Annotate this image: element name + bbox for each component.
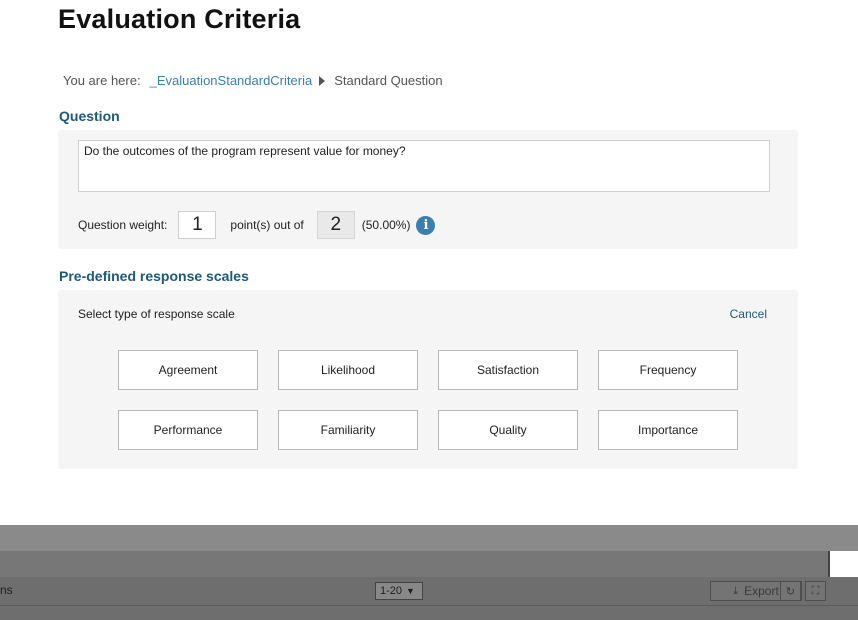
info-icon[interactable]: i (416, 215, 436, 235)
question-heading: Question (59, 108, 120, 124)
question-weight-row: Question weight: 1 point(s) out of 2 (50… (78, 210, 436, 240)
modal-backdrop (0, 525, 858, 551)
scale-button-likelihood[interactable]: Likelihood (278, 350, 418, 390)
scale-button-agreement[interactable]: Agreement (118, 350, 258, 390)
weight-percentage: (50.00%) (361, 218, 411, 232)
scale-button-frequency[interactable]: Frequency (598, 350, 738, 390)
refresh-icon: ↻ (785, 585, 796, 598)
page-size-select[interactable]: 1-20 ▼ (375, 582, 423, 600)
cancel-link[interactable]: Cancel (730, 307, 767, 321)
select-scale-label: Select type of response scale (78, 307, 235, 321)
scale-button-familiarity[interactable]: Familiarity (278, 410, 418, 450)
breadcrumb-current: Standard Question (334, 73, 443, 88)
page-title: Evaluation Criteria (58, 4, 301, 34)
response-scales-heading: Pre-defined response scales (59, 268, 249, 284)
footer-text-fragment: ns (0, 583, 13, 597)
question-weight-input[interactable]: 1 (178, 211, 217, 239)
fullscreen-icon: ⛶ (811, 584, 820, 597)
question-textarea[interactable]: Do the outcomes of the program represent… (78, 140, 770, 192)
response-scales-panel: Select type of response scale Cancel Agr… (58, 290, 798, 469)
scale-button-performance[interactable]: Performance (118, 410, 258, 450)
question-weight-label: Question weight: (78, 218, 168, 232)
scale-button-satisfaction[interactable]: Satisfaction (438, 350, 578, 390)
breadcrumb-label: You are here: (63, 73, 141, 88)
download-icon: ⤓ (733, 584, 739, 597)
page-size-value: 1-20 (380, 585, 403, 597)
fullscreen-button[interactable]: ⛶ (805, 581, 826, 601)
breadcrumb: You are here: _EvaluationStandardCriteri… (63, 73, 443, 88)
footer-divider (0, 605, 858, 606)
export-label: Export (744, 584, 779, 598)
chevron-down-icon: ▼ (406, 586, 415, 596)
points-total-field: 2 (316, 211, 355, 239)
background-grid-header (0, 551, 830, 577)
background-grid-footer: ns 1-20 ▼ ⤓ Export ↻ ⛶ (0, 577, 858, 620)
points-label: point(s) out of (230, 218, 304, 232)
question-panel: Do the outcomes of the program represent… (58, 130, 798, 249)
breadcrumb-link-criteria[interactable]: _EvaluationStandardCriteria (150, 73, 313, 88)
refresh-button[interactable]: ↻ (780, 581, 801, 601)
scale-button-quality[interactable]: Quality (438, 410, 578, 450)
scale-button-importance[interactable]: Importance (598, 410, 738, 450)
breadcrumb-arrow-icon (319, 75, 326, 86)
